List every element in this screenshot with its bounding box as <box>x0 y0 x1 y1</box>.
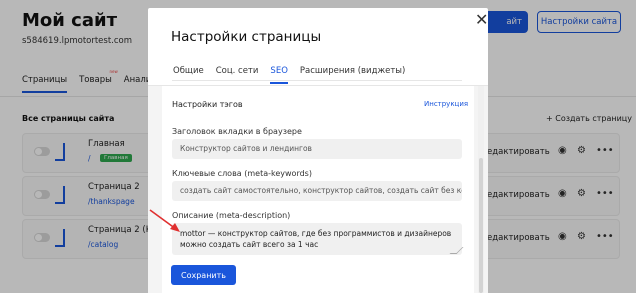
seo-form: Настройки тэгов Инструкция Заголовок вкл… <box>148 0 488 293</box>
keywords-field-label: Ключевые слова (meta-keywords) <box>172 169 312 178</box>
description-textarea[interactable]: mottor — конструктор сайтов, где без про… <box>172 223 462 255</box>
description-line-2: можно создать сайт всего за 1 час <box>180 240 319 249</box>
title-input[interactable]: Конструктор сайтов и лендингов <box>172 139 462 159</box>
panel-divider <box>172 80 462 81</box>
keywords-input[interactable]: создать сайт самостоятельно, конструктор… <box>172 181 462 201</box>
annotation-arrow-icon <box>149 209 180 232</box>
title-field-label: Заголовок вкладки в браузере <box>172 127 302 136</box>
save-button[interactable]: Сохранить <box>171 265 236 285</box>
close-icon[interactable]: ✕ <box>475 12 488 28</box>
description-line-1: mottor — конструктор сайтов, где без про… <box>180 229 452 238</box>
instruction-link[interactable]: Инструкция <box>424 100 468 108</box>
tags-section-title: Настройки тэгов <box>172 100 243 109</box>
description-field-label: Описание (meta-description) <box>172 211 291 220</box>
